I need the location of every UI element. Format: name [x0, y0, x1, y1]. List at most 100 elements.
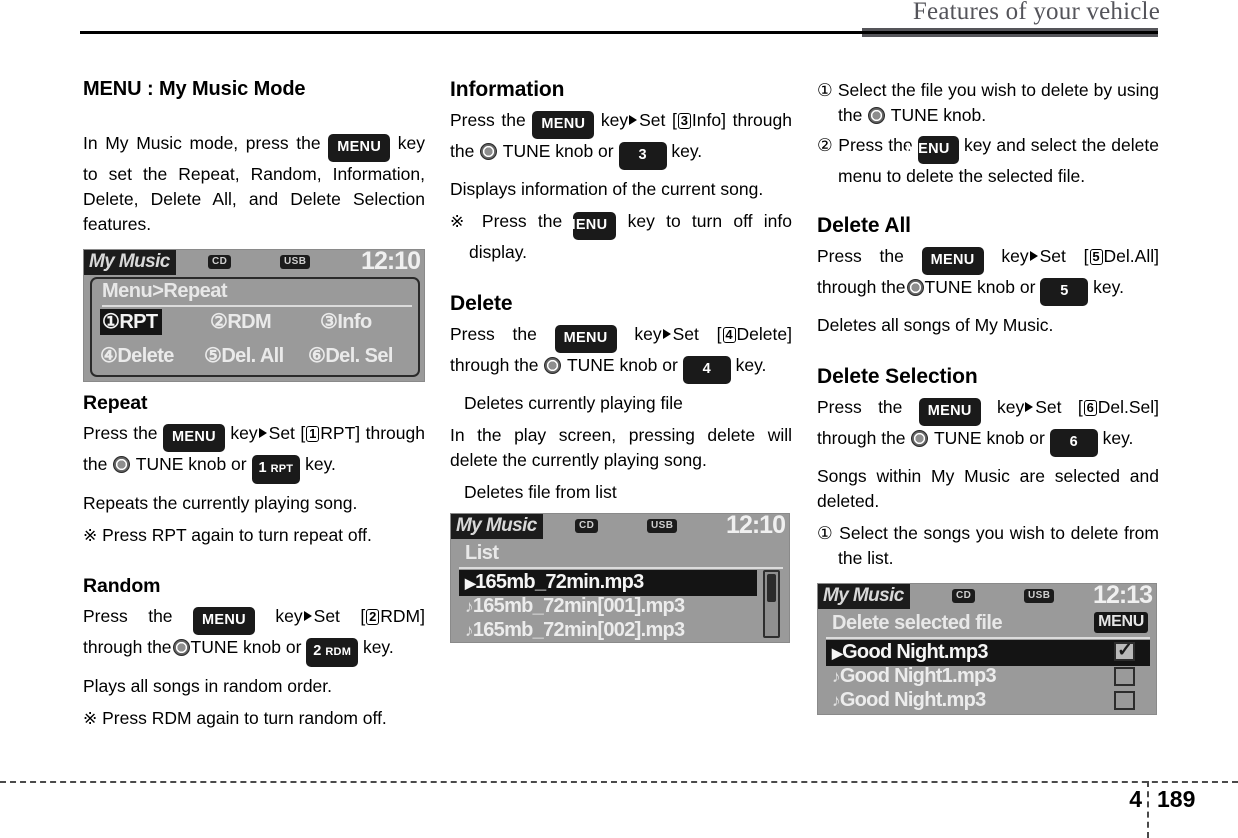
- lcd3-breadcrumb: Delete selected file: [832, 612, 1003, 634]
- lcd1-item-delete-label: Delete: [117, 345, 174, 367]
- lcd1-item-del-sel-label: Del. Sel: [325, 345, 393, 367]
- delete-selection-description: Songs within My Music are selected and d…: [817, 466, 1159, 511]
- delete-text-key: key: [634, 324, 662, 344]
- repeat-note-text: Press RPT again to turn repeat off.: [102, 525, 372, 545]
- delete-text-a: Press the: [450, 324, 537, 344]
- key-1-num: 1: [258, 460, 267, 476]
- del-sel-text-key: key: [997, 397, 1025, 417]
- lcd2-clock: 12:10: [726, 513, 786, 539]
- heading-delete-selection: Delete Selection: [817, 365, 978, 388]
- lcd1-item-info[interactable]: ③Info: [320, 309, 372, 334]
- lcd2-divider: [459, 567, 783, 569]
- lcd3-menu-badge[interactable]: MENU: [1094, 612, 1148, 633]
- del-all-text-a: Press the: [817, 246, 904, 266]
- menu-key-badge[interactable]: MENU: [193, 607, 255, 635]
- menu-key-badge[interactable]: MENU: [563, 212, 617, 240]
- information-note: ※ Press the MENU key to turn off info di…: [450, 209, 792, 265]
- checkbox-checked[interactable]: [1114, 639, 1135, 662]
- lcd1-panel: Menu>Repeat ①RPT ②RDM ③Info ④Delete ⑤Del…: [90, 277, 420, 377]
- lcd1-item-delete-num: ④: [100, 345, 118, 367]
- repeat-note: ※ Press RPT again to turn repeat off.: [83, 523, 425, 548]
- tune-knob-icon[interactable]: [906, 279, 924, 296]
- music-note-icon: ♪: [465, 621, 473, 640]
- list-item[interactable]: ▶165mb_72min.mp3: [459, 570, 757, 596]
- key-1-rpt-badge[interactable]: 1 RPT: [251, 455, 301, 484]
- circled-number-1: 1: [306, 426, 320, 442]
- tune-knob-icon[interactable]: [480, 143, 498, 160]
- tune-knob-icon[interactable]: [113, 456, 131, 473]
- tune-knob-icon[interactable]: [911, 430, 929, 447]
- information-instruction: Press the MENU key Set [3 Info] through th…: [450, 108, 792, 170]
- random-description: Plays all songs in random order.: [83, 676, 333, 696]
- random-text-a: Press the: [83, 606, 173, 626]
- scrollbar-thumb[interactable]: [767, 574, 776, 602]
- usb-icon: USB: [647, 519, 678, 533]
- lcd1-item-rpt-num: ①: [102, 311, 120, 333]
- key-5-badge[interactable]: 5: [1040, 278, 1089, 306]
- column-middle: Information Press the MENU key Set [3 Info…: [450, 78, 792, 643]
- key-6-badge[interactable]: 6: [1049, 429, 1098, 457]
- del-sel-text-set: Set [: [1035, 397, 1083, 417]
- key-4-badge[interactable]: 4: [682, 356, 731, 384]
- checkbox-unchecked[interactable]: [1114, 691, 1135, 710]
- checkbox-unchecked[interactable]: [1114, 667, 1135, 686]
- lcd3-status-bar: My Music CD USB 12:13: [818, 584, 1156, 611]
- list-item[interactable]: ♪165mb_72min[001].mp3: [465, 595, 685, 618]
- random-text-f: key.: [362, 637, 394, 657]
- lcd1-source-label: My Music: [84, 250, 176, 275]
- lcd1-item-del-sel-num: ⑥: [308, 345, 326, 367]
- key-3-badge[interactable]: 3: [618, 142, 667, 170]
- list-item[interactable]: ♪165mb_72min[002].mp3: [465, 619, 685, 642]
- menu-key-badge[interactable]: MENU: [906, 136, 959, 164]
- menu-key-badge[interactable]: MENU: [921, 247, 984, 275]
- tune-knob-icon[interactable]: [868, 107, 886, 124]
- list-item[interactable]: ♪Good Night1.mp3: [832, 665, 997, 688]
- cd-icon: CD: [208, 255, 232, 269]
- lcd2-source-label: My Music: [451, 514, 543, 539]
- list-item[interactable]: ▶Good Night.mp3: [826, 640, 1150, 666]
- key-2-rdm-badge[interactable]: 2 RDM: [306, 638, 359, 667]
- lcd1-item-del-all[interactable]: ⑤Del. All: [204, 343, 284, 368]
- random-note-text: Press RDM again to turn random off.: [102, 708, 387, 728]
- step-1-text-a: Select the file you wish to delete by us…: [837, 80, 1159, 125]
- scrollbar[interactable]: [763, 570, 780, 638]
- tune-knob-icon[interactable]: [172, 639, 190, 656]
- menu-key-badge[interactable]: MENU: [532, 111, 595, 139]
- delete-sub-current: Deletes currently playing file: [464, 393, 683, 413]
- usb-icon: USB: [280, 255, 311, 269]
- step-number-2: ②: [817, 135, 834, 155]
- lcd1-item-rdm[interactable]: ②RDM: [210, 309, 272, 334]
- music-note-icon: ♪: [465, 597, 473, 616]
- del-sel-text-f: key.: [1102, 428, 1134, 448]
- lcd1-item-del-all-num: ⑤: [204, 345, 222, 367]
- del-all-text-f: key.: [1093, 277, 1124, 297]
- cd-icon: CD: [952, 589, 976, 603]
- column-right: ① Select the file you wish to delete by …: [817, 78, 1159, 715]
- menu-key-badge[interactable]: MENU: [918, 398, 981, 426]
- list-item[interactable]: ♪Good Night.mp3: [832, 689, 986, 712]
- list-item-label: 165mb_72min[001].mp3: [472, 595, 685, 617]
- delete-text-set: Set [: [672, 324, 722, 344]
- del-all-text-e: TUNE knob or: [924, 277, 1036, 297]
- lcd-screen-menu-repeat: My Music CD USB 12:10 Menu>Repeat ①RPT ②…: [83, 249, 425, 382]
- delete-text-f: key.: [735, 355, 767, 375]
- random-note: ※ Press RDM again to turn random off.: [83, 706, 425, 731]
- asterisk-icon: ※: [450, 212, 471, 231]
- lcd1-item-delete[interactable]: ④Delete: [100, 343, 174, 368]
- lcd1-item-rpt[interactable]: ①RPT: [100, 309, 162, 335]
- menu-key-badge[interactable]: MENU: [163, 424, 225, 452]
- circled-number-4: 4: [722, 327, 736, 343]
- tune-knob-icon[interactable]: [544, 357, 562, 374]
- asterisk-icon: ※: [83, 526, 98, 545]
- menu-key-badge[interactable]: MENU: [328, 134, 391, 162]
- header-rule: [80, 31, 1158, 34]
- heading-delete-all: Delete All: [817, 214, 911, 237]
- lcd1-breadcrumb: Menu>Repeat: [102, 280, 228, 302]
- arrow-right-icon: [1029, 251, 1038, 261]
- lcd1-item-del-sel[interactable]: ⑥Del. Sel: [308, 343, 393, 368]
- list-item-label: 165mb_72min[002].mp3: [472, 619, 685, 641]
- footer-divider: [0, 781, 1238, 783]
- music-note-icon: ♪: [832, 691, 840, 710]
- delete-all-description: Deletes all songs of My Music.: [817, 315, 1054, 335]
- menu-key-badge[interactable]: MENU: [554, 325, 617, 353]
